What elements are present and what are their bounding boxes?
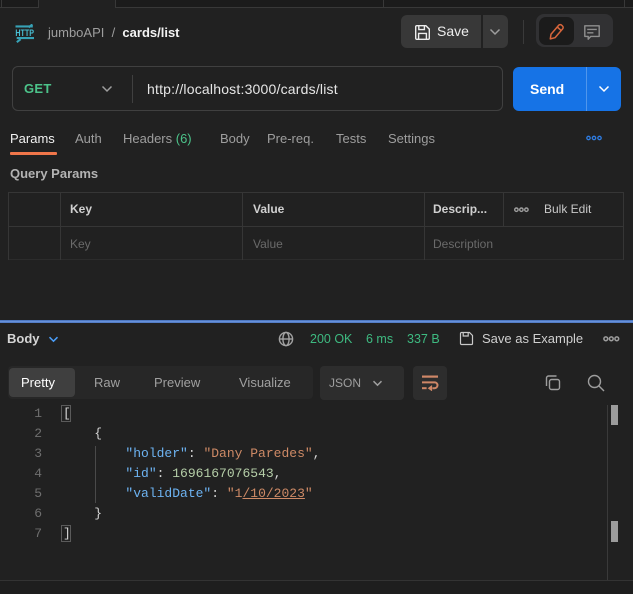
- svg-text:HTTP: HTTP: [15, 28, 34, 39]
